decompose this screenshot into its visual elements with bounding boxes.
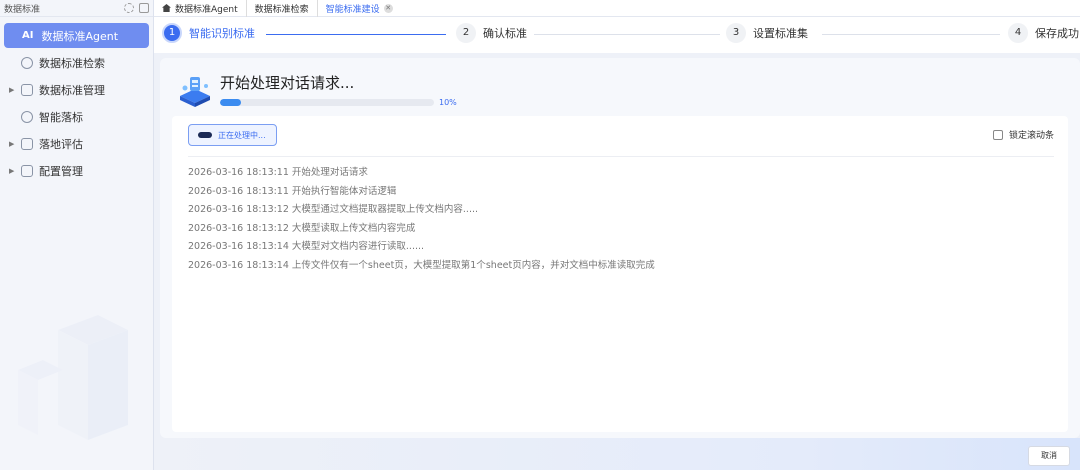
step-number: 3 xyxy=(726,23,746,43)
processing-status-button[interactable]: 正在处理中... xyxy=(188,124,277,146)
layout-icon[interactable] xyxy=(139,3,149,13)
ai-icon: AI xyxy=(22,30,34,41)
step-connector xyxy=(266,34,446,35)
step-bar: 1 智能识别标准 2 确认标准 3 设置标准集 4 保存成功 xyxy=(154,17,1080,53)
search-icon xyxy=(21,56,33,69)
log-line: 2026-03-16 18:13:12 大模型通过文档提取器提取上传文档内容..… xyxy=(188,204,479,215)
step-label: 设置标准集 xyxy=(753,27,808,40)
evaluate-icon xyxy=(21,137,33,150)
refresh-icon[interactable] xyxy=(124,3,134,13)
sidebar-header: 数据标准 xyxy=(0,0,153,17)
sidebar-item-label: 数据标准管理 xyxy=(39,83,105,97)
sidebar-item-label: 智能落标 xyxy=(39,110,83,124)
progress-percent: 10% xyxy=(439,98,457,107)
sidebar-item-config[interactable]: ▶ 配置管理 xyxy=(4,158,149,183)
sidebar: 数据标准 AI 数据标准Agent 数据标准检索 ▶ 数据标准管理 智能落标 ▶… xyxy=(0,0,154,470)
progress-header: 开始处理对话请求... 10% xyxy=(176,70,636,120)
footer-bar xyxy=(154,438,1080,470)
step-label: 保存成功 xyxy=(1035,27,1079,40)
sidebar-nav: AI 数据标准Agent 数据标准检索 ▶ 数据标准管理 智能落标 ▶ 落地评估… xyxy=(0,17,153,183)
log-card: 正在处理中... 锁定滚动条 2026-03-16 18:13:11 开始处理对… xyxy=(172,116,1068,432)
tab-bar: 数据标准Agent 数据标准检索 智能标准建设 ✕ xyxy=(154,0,1080,17)
home-icon xyxy=(162,4,171,12)
lock-scroll-toggle[interactable]: 锁定滚动条 xyxy=(992,128,1054,141)
progress-bar xyxy=(220,99,434,106)
progress-title: 开始处理对话请求... xyxy=(220,74,355,92)
sidebar-title: 数据标准 xyxy=(4,4,41,15)
log-line: 2026-03-16 18:13:12 大模型读取上传文档内容完成 xyxy=(188,222,416,234)
close-icon[interactable]: ✕ xyxy=(383,3,393,13)
chevron-right-icon: ▶ xyxy=(9,139,15,148)
sidebar-item-agent[interactable]: AI 数据标准Agent xyxy=(4,23,149,48)
tab-search[interactable]: 数据标准检索 xyxy=(247,0,318,17)
log-line: 2026-03-16 18:13:14 大模型对文档内容进行读取...... xyxy=(188,241,425,252)
loading-icon xyxy=(198,132,212,138)
sidebar-item-smart[interactable]: 智能落标 xyxy=(4,104,149,129)
step-3: 3 设置标准集 xyxy=(726,23,808,43)
tab-label: 智能标准建设 xyxy=(325,4,380,15)
tab-agent[interactable]: 数据标准Agent xyxy=(154,0,247,17)
step-4: 4 保存成功 xyxy=(1008,23,1079,43)
step-label: 智能识别标准 xyxy=(189,27,255,40)
sidebar-item-evaluate[interactable]: ▶ 落地评估 xyxy=(4,131,149,156)
step-2: 2 确认标准 xyxy=(456,23,527,43)
step-number: 2 xyxy=(456,23,476,43)
lock-scroll-checkbox[interactable] xyxy=(992,129,1003,140)
status-label: 正在处理中... xyxy=(218,130,266,140)
log-list: 2026-03-16 18:13:11 开始处理对话请求 2026-03-16 … xyxy=(188,164,1048,275)
lock-scroll-label: 锁定滚动条 xyxy=(1008,131,1054,141)
sidebar-item-label: 数据标准检索 xyxy=(39,56,105,70)
sidebar-item-label: 落地评估 xyxy=(39,137,83,151)
step-number: 4 xyxy=(1008,23,1028,43)
sidebar-item-manage[interactable]: ▶ 数据标准管理 xyxy=(4,77,149,102)
progress-fill xyxy=(220,99,242,106)
smart-icon xyxy=(21,110,33,123)
main-panel: 开始处理对话请求... 10% 正在处理中... 锁定滚动条 2026-03-1… xyxy=(160,58,1080,438)
cancel-button[interactable]: 取消 xyxy=(1028,446,1070,466)
chevron-right-icon: ▶ xyxy=(9,166,15,175)
sidebar-item-label: 数据标准Agent xyxy=(41,29,119,43)
divider xyxy=(188,156,1054,157)
sidebar-item-search[interactable]: 数据标准检索 xyxy=(4,50,149,75)
robot-icon xyxy=(180,77,210,107)
config-icon xyxy=(21,164,33,177)
manage-icon xyxy=(21,83,33,96)
decorative-cubes xyxy=(18,315,128,440)
log-line: 2026-03-16 18:13:11 开始执行智能体对话逻辑 xyxy=(188,185,397,197)
step-label: 确认标准 xyxy=(483,27,527,40)
step-connector xyxy=(534,34,720,35)
sidebar-item-label: 配置管理 xyxy=(39,164,83,178)
tab-build[interactable]: 智能标准建设 ✕ xyxy=(318,0,401,17)
step-number: 1 xyxy=(162,23,182,43)
tab-label: 数据标准Agent xyxy=(175,4,238,15)
log-line: 2026-03-16 18:13:14 上传文件仅有一个sheet页，大模型提取… xyxy=(188,259,655,271)
log-line: 2026-03-16 18:13:11 开始处理对话请求 xyxy=(188,167,368,178)
chevron-right-icon: ▶ xyxy=(9,85,15,94)
tab-label: 数据标准检索 xyxy=(254,4,309,15)
step-1: 1 智能识别标准 xyxy=(162,23,255,43)
step-connector xyxy=(822,34,1000,35)
